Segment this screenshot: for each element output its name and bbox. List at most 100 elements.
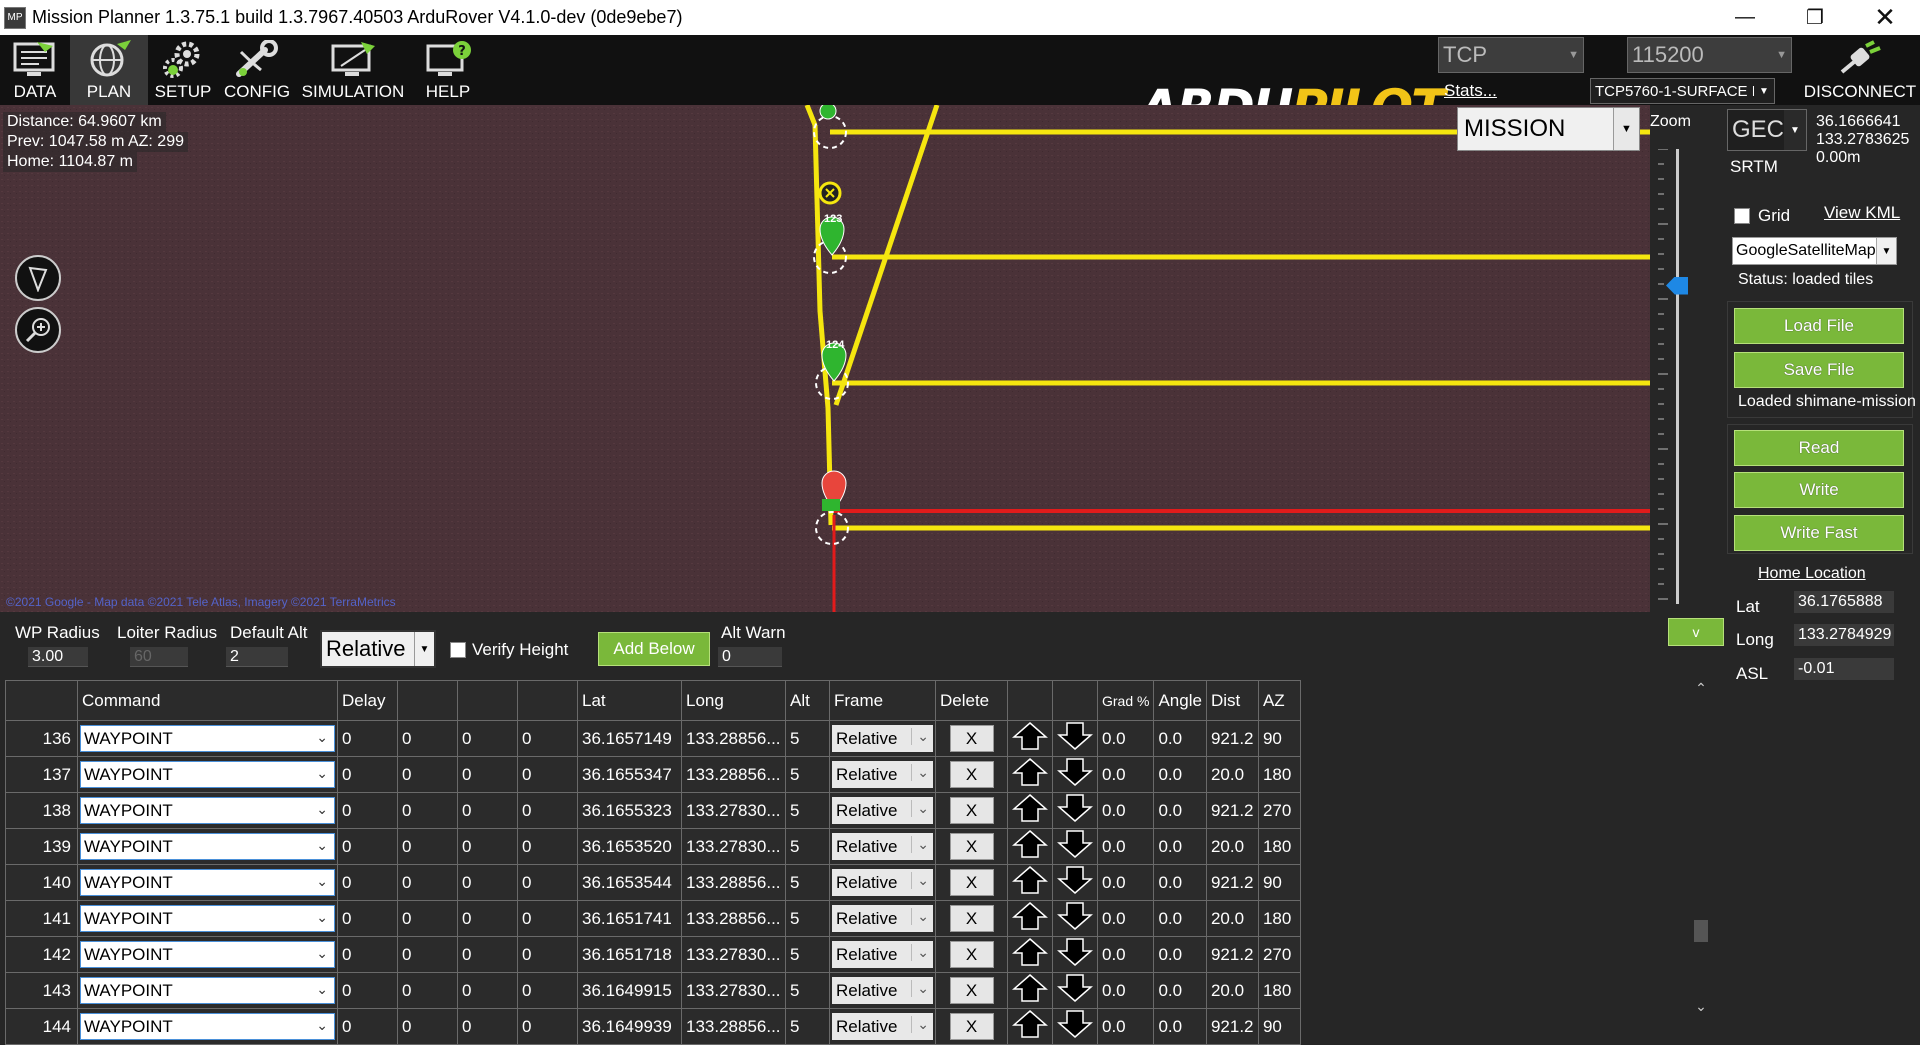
- param-cell-lat[interactable]: 36.1649939: [577, 1008, 682, 1045]
- param-cell-alt[interactable]: 5: [785, 828, 830, 865]
- zoom-track[interactable]: [1676, 149, 1679, 604]
- device-select[interactable]: TCP5760-1-SURFACE E ▼: [1590, 78, 1775, 104]
- geo-type-select[interactable]: GEC ▼: [1727, 109, 1807, 151]
- param-cell-lat[interactable]: 36.1653520: [577, 828, 682, 865]
- param-cell-lng[interactable]: 133.28856...: [681, 900, 786, 937]
- param-cell-p3[interactable]: 0: [457, 900, 518, 937]
- arrow-up-icon[interactable]: [1008, 901, 1052, 931]
- toolbar-data-button[interactable]: DATA: [0, 35, 70, 105]
- frame-select[interactable]: Relative ⌄: [832, 761, 933, 788]
- param-cell-p4[interactable]: 0: [517, 864, 578, 901]
- param-cell-p2[interactable]: 0: [397, 1008, 458, 1045]
- param-cell-p2[interactable]: 0: [397, 828, 458, 865]
- param-cell-lat[interactable]: 36.1651741: [577, 900, 682, 937]
- arrow-up-icon[interactable]: [1008, 829, 1052, 859]
- column-header[interactable]: Dist: [1205, 680, 1259, 721]
- param-cell-p3[interactable]: 0: [457, 756, 518, 793]
- param-cell-p1[interactable]: 0: [337, 720, 398, 757]
- table-row[interactable]: 141 WAYPOINT ⌄ 0 0 0 0 36.1651741 133.28856... 5 R…: [5, 900, 1301, 937]
- param-cell-lat[interactable]: 36.1655347: [577, 756, 682, 793]
- minimize-button[interactable]: —: [1710, 0, 1780, 35]
- column-header[interactable]: Alt: [785, 680, 830, 721]
- load-file-button[interactable]: Load File: [1734, 308, 1904, 344]
- home-asl-input[interactable]: -0.01: [1794, 658, 1894, 680]
- delete-button[interactable]: X: [949, 833, 994, 860]
- write-button[interactable]: Write: [1734, 472, 1904, 508]
- write-fast-button[interactable]: Write Fast: [1734, 515, 1904, 551]
- param-cell-lat[interactable]: 36.1649915: [577, 972, 682, 1009]
- baud-select[interactable]: 115200 ▼: [1627, 37, 1792, 73]
- param-cell-p4[interactable]: 0: [517, 1008, 578, 1045]
- delete-cell[interactable]: X: [935, 900, 1008, 937]
- down-cell[interactable]: [1052, 792, 1098, 829]
- column-header[interactable]: [1052, 680, 1098, 721]
- param-cell-p1[interactable]: 0: [337, 756, 398, 793]
- command-cell[interactable]: WAYPOINT ⌄: [77, 1008, 338, 1045]
- arrow-down-icon[interactable]: [1053, 1009, 1097, 1039]
- up-cell[interactable]: [1007, 720, 1053, 757]
- frame-cell[interactable]: Relative ⌄: [829, 720, 936, 757]
- arrow-down-icon[interactable]: [1053, 757, 1097, 787]
- table-row[interactable]: 142 WAYPOINT ⌄ 0 0 0 0 36.1651718 133.27830... 5 R…: [5, 936, 1301, 973]
- command-cell[interactable]: WAYPOINT ⌄: [77, 936, 338, 973]
- param-cell-p1[interactable]: 0: [337, 900, 398, 937]
- column-header[interactable]: Delete: [935, 680, 1008, 721]
- frame-select[interactable]: Relative ⌄: [832, 905, 933, 932]
- param-cell-alt[interactable]: 5: [785, 936, 830, 973]
- down-cell[interactable]: [1052, 828, 1098, 865]
- down-cell[interactable]: [1052, 900, 1098, 937]
- arrow-down-icon[interactable]: [1053, 901, 1097, 931]
- column-header[interactable]: Long: [681, 680, 786, 721]
- frame-select[interactable]: Relative ⌄: [832, 725, 933, 752]
- frame-cell[interactable]: Relative ⌄: [829, 828, 936, 865]
- read-button[interactable]: Read: [1734, 430, 1904, 466]
- delete-button[interactable]: X: [949, 869, 994, 896]
- home-lat-input[interactable]: 36.1765888: [1794, 591, 1894, 613]
- param-cell-p3[interactable]: 0: [457, 720, 518, 757]
- measure-tool-button[interactable]: [15, 255, 61, 301]
- command-cell[interactable]: WAYPOINT ⌄: [77, 864, 338, 901]
- param-cell-alt[interactable]: 5: [785, 972, 830, 1009]
- scroll-thumb[interactable]: [1694, 920, 1708, 942]
- table-scrollbar[interactable]: ⌃ ⌄: [1691, 680, 1711, 1020]
- home-long-input[interactable]: 133.2784929: [1794, 624, 1894, 646]
- scroll-up-icon[interactable]: ⌃: [1691, 680, 1711, 700]
- delete-button[interactable]: X: [949, 977, 994, 1004]
- map-view[interactable]: 123 124 Distance: 64.9607 km Prev: 1047.…: [0, 105, 1650, 612]
- param-cell-p4[interactable]: 0: [517, 900, 578, 937]
- param-cell-p2[interactable]: 0: [397, 900, 458, 937]
- param-cell-p4[interactable]: 0: [517, 828, 578, 865]
- toolbar-help-button[interactable]: ? HELP: [410, 35, 486, 105]
- default-alt-input[interactable]: 2: [226, 647, 288, 667]
- param-cell-p2[interactable]: 0: [397, 720, 458, 757]
- param-cell-p2[interactable]: 0: [397, 864, 458, 901]
- toolbar-plan-button[interactable]: PLAN: [70, 35, 148, 105]
- frame-select[interactable]: Relative ⌄: [832, 977, 933, 1004]
- alt-warn-input[interactable]: 0: [718, 647, 782, 667]
- column-header[interactable]: Angle: [1153, 680, 1207, 721]
- param-cell-lng[interactable]: 133.28856...: [681, 1008, 786, 1045]
- arrow-up-icon[interactable]: [1008, 973, 1052, 1003]
- home-location-link[interactable]: Home Location: [1758, 565, 1866, 583]
- param-cell-p1[interactable]: 0: [337, 936, 398, 973]
- column-header[interactable]: [5, 680, 78, 721]
- column-header[interactable]: [457, 680, 518, 721]
- column-header[interactable]: [397, 680, 458, 721]
- arrow-down-icon[interactable]: [1053, 829, 1097, 859]
- param-cell-alt[interactable]: 5: [785, 756, 830, 793]
- param-cell-p2[interactable]: 0: [397, 756, 458, 793]
- frame-cell[interactable]: Relative ⌄: [829, 936, 936, 973]
- column-header[interactable]: [517, 680, 578, 721]
- frame-cell[interactable]: Relative ⌄: [829, 1008, 936, 1045]
- param-cell-lng[interactable]: 133.27830...: [681, 792, 786, 829]
- connection-type-select[interactable]: TCP ▼: [1438, 37, 1584, 73]
- param-cell-p3[interactable]: 0: [457, 792, 518, 829]
- close-button[interactable]: ✕: [1850, 0, 1920, 35]
- param-cell-lat[interactable]: 36.1653544: [577, 864, 682, 901]
- arrow-down-icon[interactable]: [1053, 973, 1097, 1003]
- delete-cell[interactable]: X: [935, 1008, 1008, 1045]
- param-cell-p3[interactable]: 0: [457, 1008, 518, 1045]
- arrow-down-icon[interactable]: [1053, 865, 1097, 895]
- up-cell[interactable]: [1007, 864, 1053, 901]
- map-provider-select[interactable]: GoogleSatelliteMap ▼: [1732, 237, 1897, 265]
